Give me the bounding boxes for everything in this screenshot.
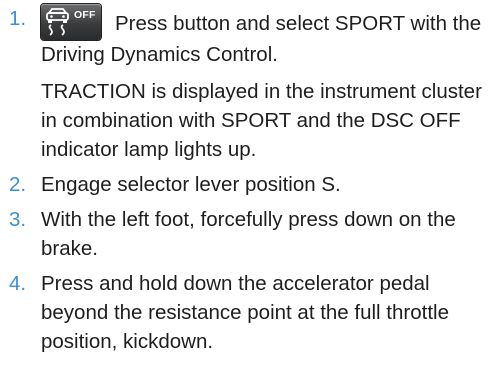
step-4: 4. Press and hold down the accelerator p… xyxy=(0,269,492,356)
step-3: 3. With the left foot, forcefully press … xyxy=(0,205,492,263)
step-text: TRACTION is displayed in the instrument … xyxy=(41,80,482,161)
step-paragraph: Engage selector lever position S. xyxy=(41,170,484,199)
step-text: Press button and select SPORT with the D… xyxy=(41,12,482,66)
step-paragraph: With the left foot, forcefully press dow… xyxy=(41,205,484,263)
step-paragraph: TRACTION is displayed in the instrument … xyxy=(41,77,484,164)
step-text: Engage selector lever position S. xyxy=(41,173,341,196)
car-skid-icon xyxy=(46,8,69,36)
step-1: 1. OFF Press button and select SPORT with… xyxy=(0,4,492,164)
step-text: With the left foot, forcefully press dow… xyxy=(41,208,456,260)
step-2: 2. Engage selector lever position S. xyxy=(0,170,492,199)
step-body: OFF Press button and select SPORT with th… xyxy=(41,4,492,164)
off-label: OFF xyxy=(74,9,96,21)
step-body: With the left foot, forcefully press dow… xyxy=(41,205,492,263)
step-text: Press and hold down the accelerator peda… xyxy=(41,272,449,353)
step-number: 1. xyxy=(9,7,27,30)
step-body: Press and hold down the accelerator peda… xyxy=(41,269,492,356)
step-number: 3. xyxy=(9,208,27,231)
instruction-list: 1. OFF Press button and select SPORT with… xyxy=(0,4,492,362)
step-paragraph: OFF Press button and select SPORT with th… xyxy=(41,4,484,69)
step-number: 4. xyxy=(9,272,27,295)
step-body: Engage selector lever position S. xyxy=(41,170,492,199)
step-number: 2. xyxy=(9,173,27,196)
dsc-off-button-icon: OFF xyxy=(41,4,101,40)
step-paragraph: Press and hold down the accelerator peda… xyxy=(41,269,484,356)
